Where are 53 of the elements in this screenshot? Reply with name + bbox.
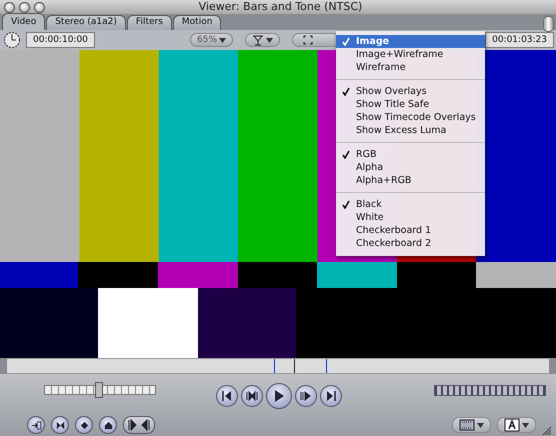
transport-button[interactable] (320, 385, 342, 407)
edit-button[interactable] (51, 416, 69, 434)
transport-button[interactable] (266, 383, 292, 409)
frame-corners-icon (303, 35, 314, 45)
edit-button[interactable] (75, 416, 93, 434)
transport-button[interactable] (216, 385, 238, 407)
window-control-button[interactable] (19, 2, 30, 12)
transport-button[interactable] (295, 385, 317, 407)
window-control-button[interactable] (34, 2, 45, 12)
menu-item[interactable]: RGB (336, 148, 485, 161)
window-title: Viewer: Bars and Tone (NTSC) (198, 0, 364, 14)
menu-item[interactable]: Show Overlays (336, 85, 485, 98)
funnel-icon (252, 34, 264, 46)
playhead-sync-popup[interactable] (452, 417, 491, 433)
filmstrip-icon (459, 419, 475, 431)
stopwatch-icon (2, 30, 22, 50)
edit-button[interactable] (99, 416, 117, 434)
tab[interactable]: Filters (126, 15, 172, 30)
menu-item[interactable]: Show Timecode Overlays (336, 111, 485, 124)
edit-button[interactable] (27, 416, 45, 434)
mark-clip-button[interactable] (123, 416, 155, 434)
menu-item[interactable]: Image+Wireframe (336, 48, 485, 61)
timecode-field: 00:01:03:23 (485, 32, 554, 48)
menu-item[interactable]: White (336, 211, 485, 224)
caret-icon (522, 422, 529, 428)
tab[interactable]: Motion (172, 15, 222, 30)
shuttle-slider[interactable] (44, 385, 156, 395)
generator-popup[interactable] (497, 417, 536, 433)
menu-item[interactable]: Wireframe (336, 61, 485, 74)
insert-icon (30, 418, 42, 432)
duration-field: 00:00:10:00 (26, 32, 95, 48)
view-popup[interactable] (245, 33, 280, 47)
window-control-button[interactable] (4, 2, 15, 12)
zoom-popup[interactable]: 65% (190, 33, 234, 47)
menu-item[interactable]: Show Excess Luma (336, 124, 485, 137)
caret-icon (219, 38, 226, 42)
jog-control[interactable] (434, 384, 546, 396)
menu-item[interactable]: Black (336, 198, 485, 211)
caret-icon (266, 38, 274, 42)
toolbar-toggle-button[interactable] (543, 16, 554, 32)
caret-icon (477, 422, 484, 428)
letter-a-icon (504, 418, 520, 432)
play-icon (274, 390, 284, 402)
transport-button[interactable] (241, 385, 263, 407)
menu-item[interactable]: Alpha+RGB (336, 174, 485, 187)
tab[interactable]: Stereo (a1a2) (46, 15, 126, 30)
menu-item[interactable]: Image (336, 35, 485, 48)
menu-item[interactable]: Checkerboard 2 (336, 237, 485, 250)
menu-item[interactable]: Checkerboard 1 (336, 224, 485, 237)
tab[interactable]: Video (2, 13, 46, 30)
resize-grip-icon (542, 426, 552, 436)
menu-item[interactable]: Show Title Safe (336, 98, 485, 111)
menu-item[interactable]: Alpha (336, 161, 485, 174)
